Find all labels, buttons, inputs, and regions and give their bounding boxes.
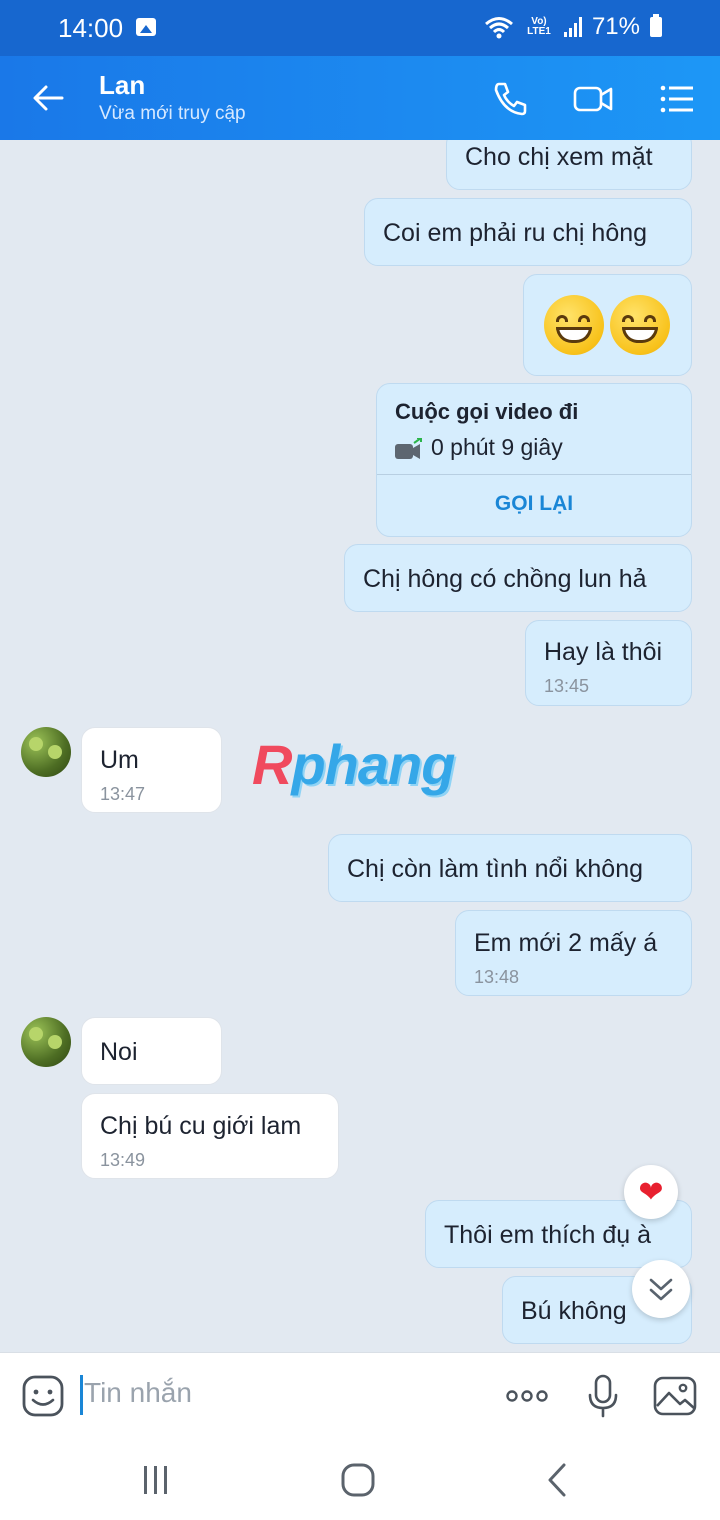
card-divider	[377, 474, 691, 475]
video-call-card: Cuộc gọi video đi 0 phút 9 giây GỌI LẠI	[376, 383, 692, 537]
chat-header: Lan Vừa mới truy cập	[0, 56, 720, 140]
microphone-icon[interactable]	[580, 1373, 626, 1419]
message-input[interactable]: Tin nhắn	[84, 1377, 192, 1409]
status-time: 14:00	[58, 13, 124, 43]
message-input-bar: Tin nhắn	[0, 1352, 720, 1438]
watermark-rest: phang	[291, 733, 455, 796]
message-text: Cho chị xem mặt	[465, 143, 653, 171]
message-text: Chị còn làm tình nổi không	[347, 855, 644, 883]
sticker-emoji-icon[interactable]	[20, 1373, 66, 1419]
back-arrow-icon[interactable]	[28, 78, 68, 118]
contact-avatar[interactable]	[21, 727, 71, 777]
phone-call-icon[interactable]	[490, 78, 532, 120]
message-text: Bú không	[521, 1297, 627, 1325]
status-bar: 14:00 Vo) LTE1 71%	[0, 0, 720, 56]
menu-list-icon[interactable]	[656, 78, 698, 120]
image-gallery-icon[interactable]	[652, 1373, 698, 1419]
wifi-icon	[484, 17, 513, 39]
heart-reaction-icon[interactable]: ❤	[624, 1165, 678, 1219]
contact-avatar[interactable]	[21, 1017, 71, 1067]
recent-apps-icon[interactable]	[136, 1460, 176, 1500]
message-time: 13:49	[100, 1150, 146, 1170]
message-text: Coi em phải ru chị hông	[383, 219, 648, 247]
watermark-logo: Rphang	[252, 732, 455, 797]
chat-area[interactable]: Cho chị xem mặt Coi em phải ru chị hông …	[0, 140, 720, 1352]
message-bubble[interactable]: Um 13:47	[81, 727, 222, 813]
grinning-face-icon	[610, 295, 670, 355]
message-text: Chị hông có chồng lun hả	[363, 565, 647, 593]
message-bubble[interactable]: Chị bú cu giới lam 13:49	[81, 1093, 339, 1179]
message-bubble[interactable]: Hay là thôi 13:45	[525, 620, 692, 706]
video-call-icon[interactable]	[572, 78, 614, 120]
message-text: Chị bú cu giới lam	[100, 1112, 302, 1140]
emoji-message[interactable]	[523, 274, 692, 376]
double-chevron-down-icon	[649, 1278, 673, 1301]
grinning-face-icon	[544, 295, 604, 355]
gallery-notification-icon	[136, 18, 156, 36]
battery-icon	[650, 14, 662, 37]
contact-name[interactable]: Lan	[99, 70, 145, 101]
call-duration: 0 phút 9 giây	[431, 434, 563, 460]
message-bubble[interactable]: Coi em phải ru chị hông	[364, 198, 692, 266]
back-icon[interactable]	[538, 1460, 578, 1500]
message-bubble[interactable]: Em mới 2 mấy á 13:48	[455, 910, 692, 996]
message-bubble[interactable]: Cho chị xem mặt	[446, 140, 692, 190]
more-options-icon[interactable]	[504, 1373, 550, 1419]
status-right: Vo) LTE1 71%	[484, 13, 662, 41]
message-time: 13:47	[100, 784, 146, 804]
system-navigation-bar	[0, 1438, 720, 1520]
text-caret	[80, 1375, 83, 1415]
call-title: Cuộc gọi video đi	[395, 399, 579, 424]
message-bubble[interactable]: Chị còn làm tình nổi không	[328, 834, 692, 902]
message-text: Em mới 2 mấy á	[474, 929, 658, 957]
message-text: Noi	[100, 1038, 138, 1066]
battery-percent: 71%	[591, 13, 640, 40]
message-time: 13:45	[544, 676, 590, 696]
outgoing-video-call-icon	[395, 438, 422, 459]
message-bubble[interactable]: Noi	[81, 1017, 222, 1085]
message-time: 13:48	[474, 967, 520, 987]
message-text: Thôi em thích đụ à	[444, 1221, 652, 1249]
call-back-button[interactable]: GỌI LẠI	[377, 492, 691, 516]
message-text: Um	[100, 746, 139, 774]
message-text: Hay là thôi	[544, 638, 663, 666]
watermark-first: R	[252, 733, 292, 796]
signal-icon	[563, 17, 582, 37]
scroll-down-button[interactable]	[632, 1260, 690, 1318]
home-icon[interactable]	[338, 1460, 378, 1500]
contact-presence: Vừa mới truy cập	[99, 103, 246, 124]
network-label: Vo) LTE1	[527, 16, 551, 37]
message-bubble[interactable]: Chị hông có chồng lun hả	[344, 544, 692, 612]
